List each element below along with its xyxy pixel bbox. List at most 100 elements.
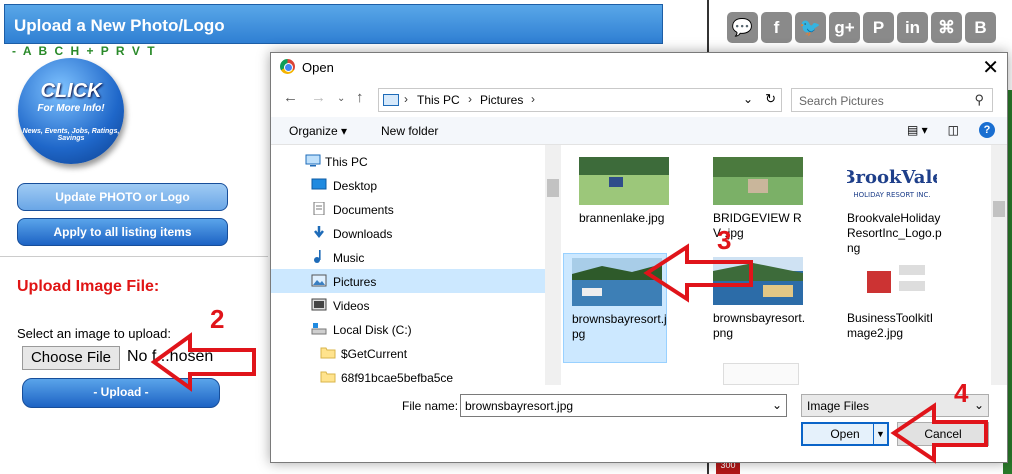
chat-icon[interactable]: 💬 xyxy=(727,12,758,43)
facebook-icon[interactable]: f xyxy=(761,12,792,43)
tree-item-downloads[interactable]: Downloads xyxy=(271,221,545,245)
logo-sub-text: HOLIDAY RESORT INC. xyxy=(853,191,930,199)
file-name-label: File name: xyxy=(402,399,459,413)
twitter-icon[interactable]: 🐦 xyxy=(795,12,826,43)
up-icon[interactable]: ↑ xyxy=(356,89,364,106)
apply-all-button[interactable]: Apply to all listing items xyxy=(17,218,228,246)
dialog-toolbar: Organize ▾ New folder ▤ ▾ ◫ ? xyxy=(271,117,1007,145)
search-placeholder: Search Pictures xyxy=(799,94,884,108)
forward-icon[interactable]: → xyxy=(311,89,326,106)
select-image-label: Select an image to upload: xyxy=(17,326,171,341)
tree-label: Pictures xyxy=(333,275,377,289)
music-icon xyxy=(314,250,321,263)
dialog-title: Open xyxy=(302,60,334,75)
tree-item-music[interactable]: Music xyxy=(271,245,545,269)
blogger-icon[interactable]: B xyxy=(965,12,996,43)
file-item-businesstoolkit[interactable]: BusinessToolkitImage2.jpg xyxy=(839,253,943,363)
logo-main-text: BrookVale xyxy=(847,167,937,188)
tree-label: Music xyxy=(333,251,365,265)
back-icon[interactable]: ← xyxy=(283,89,298,106)
help-icon[interactable]: ? xyxy=(979,122,995,138)
refresh-icon[interactable]: ↻ xyxy=(765,91,776,107)
navigation-row: ← → ⌄ ↑ › This PC › Pictures › ⌄ ↻ Searc… xyxy=(271,85,1007,113)
tree-item-videos[interactable]: Videos xyxy=(271,293,545,317)
scroll-thumb[interactable] xyxy=(993,201,1005,217)
tree-label: 68f91bcae5befba5ce xyxy=(341,371,454,385)
pinterest-icon[interactable]: P xyxy=(863,12,894,43)
thumbnail-image xyxy=(579,157,669,205)
chevron-down-icon[interactable]: ⌄ xyxy=(772,398,782,412)
tree-item-local-disk[interactable]: Local Disk (C:) xyxy=(271,317,545,341)
navigation-pane: This PC Desktop Documents Downloads Musi… xyxy=(271,145,561,385)
organize-menu[interactable]: Organize ▾ xyxy=(289,124,347,138)
close-icon[interactable]: ✕ xyxy=(982,55,999,80)
file-name: brownsbayresort.jpg xyxy=(572,312,667,341)
partial-thumbnail xyxy=(723,363,799,385)
videos-icon xyxy=(311,298,327,311)
rss-icon[interactable]: ⌘ xyxy=(931,12,962,43)
divider xyxy=(0,256,268,257)
google-plus-icon[interactable]: g+ xyxy=(829,12,860,43)
tree-label: Documents xyxy=(333,203,394,217)
pc-icon xyxy=(305,154,321,167)
tree-label: Videos xyxy=(333,299,370,313)
new-folder-button[interactable]: New folder xyxy=(381,124,438,138)
file-type-value: Image Files xyxy=(807,399,870,413)
disk-icon xyxy=(311,323,327,335)
search-input[interactable]: Search Pictures ⚲ xyxy=(791,88,993,112)
file-name: BrookvaleHolidayResortInc_Logo.png xyxy=(847,211,942,255)
open-split-dropdown-icon[interactable]: ▼ xyxy=(873,424,887,444)
thumbnail-image xyxy=(847,257,937,305)
preview-pane-icon[interactable]: ◫ xyxy=(948,123,959,137)
file-item-brookvale-logo[interactable]: BrookVale HOLIDAY RESORT INC. BrookvaleHo… xyxy=(839,153,943,263)
open-label: Open xyxy=(830,427,860,441)
breadcrumb-pictures[interactable]: Pictures xyxy=(480,93,523,107)
tree-item-folder[interactable]: $GetCurrent xyxy=(271,341,545,365)
page-header-title: Upload a New Photo/Logo xyxy=(4,4,663,44)
file-list: brannenlake.jpg BRIDGEVIEW RV .jpg Brook… xyxy=(563,145,1007,385)
choose-file-button[interactable]: Choose File xyxy=(22,346,120,370)
annotation-number-2: 2 xyxy=(210,304,225,334)
chevron-down-icon[interactable]: ⌄ xyxy=(743,92,753,106)
desktop-icon xyxy=(311,178,327,190)
click-ball-big: CLICK xyxy=(40,80,102,102)
view-buttons: ▤ ▾ ◫ ? xyxy=(907,122,995,138)
recent-dropdown-icon[interactable]: ⌄ xyxy=(337,93,345,104)
address-bar[interactable]: › This PC › Pictures › ⌄ ↻ xyxy=(378,88,782,112)
file-name: brownsbayresort.png xyxy=(713,311,806,340)
alphabet-nav[interactable]: - A B C H + P R V T xyxy=(12,44,157,58)
social-icons: 💬 f 🐦 g+ P in ⌘ B xyxy=(727,12,996,43)
pc-icon xyxy=(383,94,399,106)
file-name-value: brownsbayresort.jpg xyxy=(465,399,574,413)
breadcrumb-this-pc[interactable]: This PC xyxy=(417,93,460,107)
open-button[interactable]: Open ▼ xyxy=(801,422,889,446)
tree-scrollbar[interactable] xyxy=(545,145,561,385)
view-options-icon[interactable]: ▤ ▾ xyxy=(907,123,928,137)
click-for-info-badge[interactable]: CLICK For More Info! News, Events, Jobs,… xyxy=(18,58,124,164)
tree-label: Desktop xyxy=(333,179,378,193)
folder-icon xyxy=(320,371,336,383)
scroll-thumb[interactable] xyxy=(547,179,559,197)
chevron-right-icon: › xyxy=(531,92,535,106)
upload-image-label: Upload Image File: xyxy=(17,278,160,295)
file-name: BusinessToolkitImage2.jpg xyxy=(847,311,934,340)
tree-item-desktop[interactable]: Desktop xyxy=(271,173,545,197)
update-photo-button[interactable]: Update PHOTO or Logo xyxy=(17,183,228,211)
tree-item-pictures[interactable]: Pictures xyxy=(271,269,545,293)
click-ball-sub: For More Info! xyxy=(37,103,105,114)
search-icon: ⚲ xyxy=(974,92,984,107)
tree-item-this-pc[interactable]: This PC xyxy=(271,149,545,173)
tree-item-folder[interactable]: 68f91bcae5befba5ce xyxy=(271,365,545,385)
file-name: brannenlake.jpg xyxy=(579,211,665,225)
tree-label: This PC xyxy=(325,155,368,169)
thumbnail-image xyxy=(713,157,803,205)
linkedin-icon[interactable]: in xyxy=(897,12,928,43)
files-scrollbar[interactable] xyxy=(991,145,1007,385)
documents-icon xyxy=(313,202,325,215)
annotation-arrow-4 xyxy=(890,402,988,464)
file-name-input[interactable]: brownsbayresort.jpg ⌄ xyxy=(460,394,787,417)
tree-item-documents[interactable]: Documents xyxy=(271,197,545,221)
downloads-icon xyxy=(314,226,324,239)
thumbnail-image: BrookVale HOLIDAY RESORT INC. xyxy=(847,157,937,205)
tree-label: Downloads xyxy=(333,227,393,241)
